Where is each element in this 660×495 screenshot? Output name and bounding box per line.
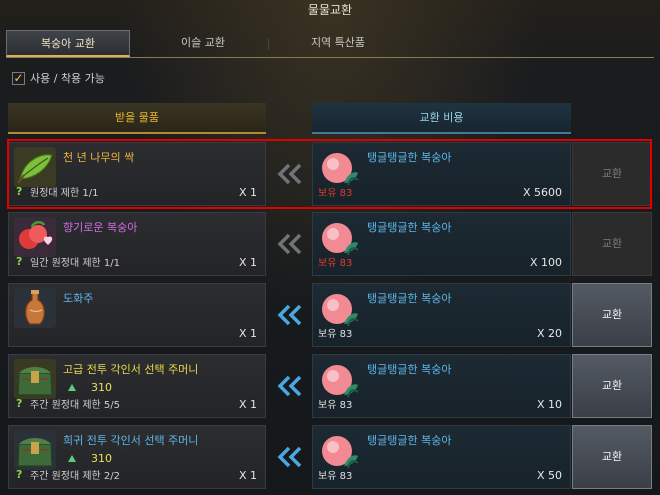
limit-text: 주간 원정대 제한 2/2 bbox=[30, 471, 121, 482]
reward-name: 천 년 나무의 싹 bbox=[63, 151, 135, 164]
reward-name: 희귀 전투 각인서 선택 주머니 bbox=[63, 434, 199, 447]
helmet-icon bbox=[68, 454, 76, 462]
tab-bar: 복숭아 교환 이슬 교환 지역 특산품 bbox=[6, 30, 654, 58]
exchange-button[interactable]: 교환 bbox=[572, 354, 652, 418]
cost-quantity: X 5600 bbox=[522, 186, 562, 199]
double-chevron-left-icon bbox=[277, 163, 302, 185]
reward-slot: 향기로운 복숭아 ? 일간 원정대 제한 1/1 X 1 bbox=[8, 212, 266, 276]
exchange-row: 도화주 X 1 탱글탱글한 복숭아 보유 83 X 20 교환 bbox=[8, 283, 652, 347]
owned-count: 보유 83 bbox=[318, 188, 353, 199]
wine-bottle-icon bbox=[14, 288, 56, 328]
owned-count: 보유 83 bbox=[318, 400, 353, 411]
exchange-row: 향기로운 복숭아 ? 일간 원정대 제한 1/1 X 1 탱글탱글한 복숭아 보… bbox=[8, 212, 652, 276]
exchange-button[interactable]: 교환 bbox=[572, 283, 652, 347]
cost-item-name: 탱글탱글한 복숭아 bbox=[367, 363, 452, 376]
reward-quantity: X 1 bbox=[238, 327, 257, 340]
cost-item-name: 탱글탱글한 복숭아 bbox=[367, 221, 452, 234]
owned-count: 보유 83 bbox=[318, 258, 353, 269]
reward-slot: 천 년 나무의 싹 ? 원정대 제한 1/1 X 1 bbox=[8, 142, 266, 206]
exchange-button[interactable]: 교환 bbox=[572, 142, 652, 206]
exchange-row: 희귀 전투 각인서 선택 주머니 310 ? 주간 원정대 제한 2/2 X 1… bbox=[8, 425, 652, 489]
exchange-row: 천 년 나무의 싹 ? 원정대 제한 1/1 X 1 탱글탱글한 복숭아 보유 … bbox=[8, 142, 652, 206]
reward-slot: 희귀 전투 각인서 선택 주머니 310 ? 주간 원정대 제한 2/2 X 1 bbox=[8, 425, 266, 489]
question-icon[interactable]: ? bbox=[16, 256, 26, 267]
reward-slot: 고급 전투 각인서 선택 주머니 310 ? 주간 원정대 제한 5/5 X 1 bbox=[8, 354, 266, 418]
reward-name: 향기로운 복숭아 bbox=[63, 221, 138, 234]
tab-peach-exchange[interactable]: 복숭아 교환 bbox=[6, 30, 130, 57]
exchange-button[interactable]: 교환 bbox=[572, 425, 652, 489]
cost-slot: 탱글탱글한 복숭아 보유 83 X 100 bbox=[312, 212, 571, 276]
reward-quantity: X 1 bbox=[238, 186, 257, 199]
double-chevron-left-icon bbox=[277, 375, 302, 397]
peach-icon bbox=[322, 153, 359, 186]
reward-sub-value-wrap: 310 bbox=[67, 381, 112, 394]
double-chevron-left-icon bbox=[277, 304, 302, 326]
double-chevron-left-icon bbox=[277, 233, 302, 255]
pouch-icon bbox=[14, 430, 56, 470]
peach-icon bbox=[322, 365, 359, 398]
cost-quantity: X 50 bbox=[536, 469, 562, 482]
limit-text-wrap: ? 일간 원정대 제한 1/1 bbox=[16, 254, 120, 269]
owned-count: 보유 83 bbox=[318, 329, 353, 340]
peaches-heart-icon bbox=[14, 217, 56, 257]
reward-quantity: X 1 bbox=[238, 469, 257, 482]
peach-icon bbox=[322, 223, 359, 256]
cost-quantity: X 100 bbox=[529, 256, 562, 269]
exchange-row: 고급 전투 각인서 선택 주머니 310 ? 주간 원정대 제한 5/5 X 1… bbox=[8, 354, 652, 418]
helmet-icon bbox=[68, 383, 76, 391]
usable-checkbox[interactable]: ✓ bbox=[12, 71, 25, 85]
reward-slot: 도화주 X 1 bbox=[8, 283, 266, 347]
reward-name: 고급 전투 각인서 선택 주머니 bbox=[63, 363, 199, 376]
usable-filter-label: 사용 / 착용 가능 bbox=[30, 72, 105, 85]
limit-text: 주간 원정대 제한 5/5 bbox=[30, 400, 121, 411]
cost-slot: 탱글탱글한 복숭아 보유 83 X 20 bbox=[312, 283, 571, 347]
reward-column-header: 받을 물품 bbox=[8, 103, 266, 134]
tab-local-specialty[interactable]: 지역 특산품 bbox=[276, 30, 400, 57]
cost-column-header: 교환 비용 bbox=[312, 103, 571, 134]
tab-dew-exchange[interactable]: 이슬 교환 bbox=[141, 30, 265, 57]
sprout-icon bbox=[14, 147, 56, 187]
cost-slot: 탱글탱글한 복숭아 보유 83 X 5600 bbox=[312, 142, 571, 206]
reward-name: 도화주 bbox=[63, 292, 94, 305]
reward-quantity: X 1 bbox=[238, 398, 257, 411]
owned-count: 보유 83 bbox=[318, 471, 353, 482]
peach-icon bbox=[322, 294, 359, 327]
limit-text-wrap: ? 주간 원정대 제한 5/5 bbox=[16, 396, 120, 411]
exchange-button[interactable]: 교환 bbox=[572, 212, 652, 276]
limit-text: 원정대 제한 1/1 bbox=[30, 188, 99, 199]
cost-slot: 탱글탱글한 복숭아 보유 83 X 10 bbox=[312, 354, 571, 418]
cost-item-name: 탱글탱글한 복숭아 bbox=[367, 292, 452, 305]
reward-sub-value-wrap: 310 bbox=[67, 452, 112, 465]
limit-text-wrap: ? 주간 원정대 제한 2/2 bbox=[16, 467, 120, 482]
cost-item-name: 탱글탱글한 복숭아 bbox=[367, 151, 452, 164]
limit-text-wrap: ? 원정대 제한 1/1 bbox=[16, 184, 98, 199]
cost-quantity: X 10 bbox=[536, 398, 562, 411]
question-icon[interactable]: ? bbox=[16, 186, 26, 197]
window-title: 물물교환 bbox=[307, 3, 353, 17]
question-icon[interactable]: ? bbox=[16, 398, 26, 409]
double-chevron-left-icon bbox=[277, 446, 302, 468]
reward-sub-value: 310 bbox=[91, 381, 112, 394]
usable-filter[interactable]: ✓ 사용 / 착용 가능 bbox=[12, 70, 105, 86]
cost-item-name: 탱글탱글한 복숭아 bbox=[367, 434, 452, 447]
cost-quantity: X 20 bbox=[536, 327, 562, 340]
question-icon[interactable]: ? bbox=[16, 469, 26, 480]
reward-sub-value: 310 bbox=[91, 452, 112, 465]
pouch-icon bbox=[14, 359, 56, 399]
tab-divider bbox=[268, 38, 269, 50]
cost-slot: 탱글탱글한 복숭아 보유 83 X 50 bbox=[312, 425, 571, 489]
reward-quantity: X 1 bbox=[238, 256, 257, 269]
limit-text: 일간 원정대 제한 1/1 bbox=[30, 258, 121, 269]
peach-icon bbox=[322, 436, 359, 469]
